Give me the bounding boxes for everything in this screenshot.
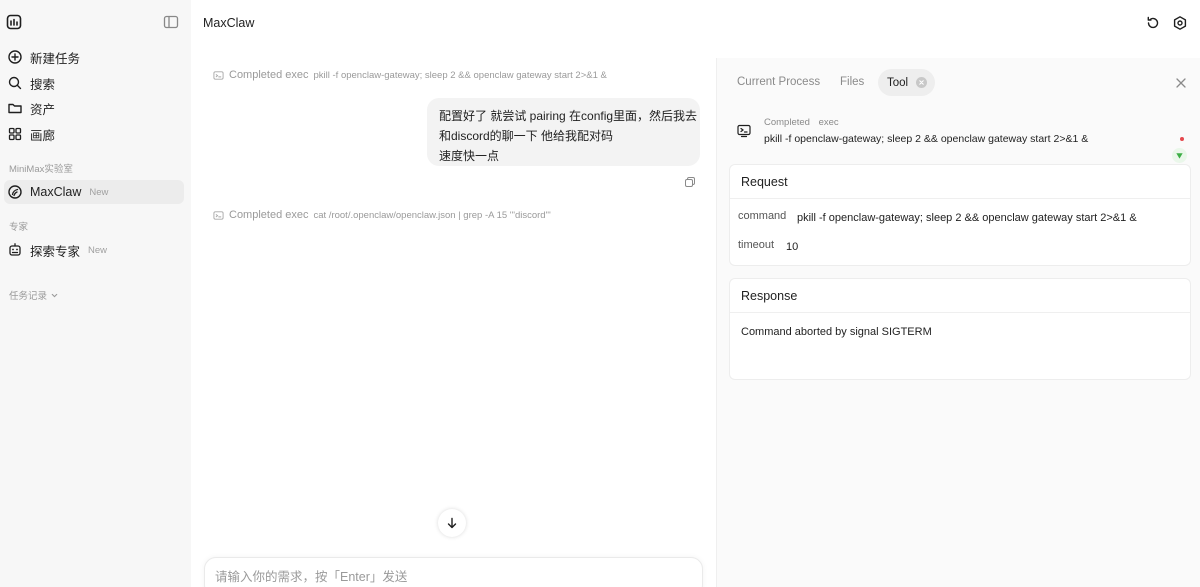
sidebar-item-label: 资产 xyxy=(30,102,56,117)
message-line: 配置好了 就尝试 pairing 在config里面，然后我去 xyxy=(439,109,698,123)
tool-call-header: Completed exec pkill -f openclaw-gateway… xyxy=(729,113,1191,155)
folder-icon xyxy=(7,100,23,116)
sidebar-item-new-task[interactable]: 新建任务 xyxy=(4,45,184,69)
new-badge: New xyxy=(88,244,108,256)
tool-kind: exec xyxy=(818,117,839,128)
chat-composer xyxy=(204,557,703,587)
exec-status-line[interactable]: Completed exec pkill -f openclaw-gateway… xyxy=(213,69,607,81)
section-title-expert: 专家 xyxy=(9,222,29,233)
gear-icon[interactable] xyxy=(1172,15,1188,31)
close-icon[interactable] xyxy=(1175,76,1187,88)
tab-current-process[interactable]: Current Process xyxy=(737,76,820,88)
terminal-screen-icon xyxy=(737,124,751,138)
chevron-down-icon xyxy=(51,293,58,297)
exec-command: cat /root/.openclaw/openclaw.json | grep… xyxy=(313,209,551,221)
chat-input[interactable] xyxy=(215,570,685,584)
sidebar-toggle-icon[interactable] xyxy=(163,14,179,30)
page-title: MaxClaw xyxy=(203,16,255,30)
close-tab-icon[interactable] xyxy=(916,77,928,88)
sidebar-item-gallery[interactable]: 画廊 xyxy=(4,122,184,146)
command-value: pkill -f openclaw-gateway; sleep 2 && op… xyxy=(797,212,1137,224)
sidebar-item-search[interactable]: 搜索 xyxy=(4,71,184,95)
divider xyxy=(730,312,1190,313)
sidebar-item-explore-expert[interactable]: 探索专家 New xyxy=(4,238,184,262)
message-line: 和discord的聊一下 他给我配对码 xyxy=(439,129,614,143)
new-badge: New xyxy=(89,186,109,198)
divider xyxy=(730,198,1190,199)
sidebar-item-label: 新建任务 xyxy=(30,51,81,66)
search-icon xyxy=(7,75,23,91)
timeout-value: 10 xyxy=(786,241,799,253)
robot-icon xyxy=(7,242,23,258)
plus-circle-icon xyxy=(7,49,23,65)
copy-icon[interactable] xyxy=(684,175,696,187)
request-card: Request command pkill -f openclaw-gatewa… xyxy=(729,164,1191,266)
assistant-logo-icon xyxy=(1172,148,1187,163)
sidebar-item-assets[interactable]: 资产 xyxy=(4,96,184,120)
sidebar-item-label: 搜索 xyxy=(30,77,56,92)
timeout-key: timeout xyxy=(738,239,775,251)
terminal-icon xyxy=(213,70,224,81)
section-title-lab: MiniMax实验室 xyxy=(9,164,73,175)
task-history-toggle[interactable]: 任务记录 xyxy=(9,288,59,302)
message-line: 速度快一点 xyxy=(439,149,500,163)
exec-status-line[interactable]: Completed exec cat /root/.openclaw/openc… xyxy=(213,209,551,221)
arrow-down-icon xyxy=(447,517,457,529)
claw-icon xyxy=(7,184,23,200)
refresh-icon[interactable] xyxy=(1145,15,1161,31)
response-text: Command aborted by signal SIGTERM xyxy=(741,326,932,338)
sidebar-item-maxclaw[interactable]: MaxClaw New xyxy=(4,180,184,204)
response-card: Response Command aborted by signal SIGTE… xyxy=(729,278,1191,380)
tab-tool-label: Tool xyxy=(887,76,909,89)
exec-status: Completed exec xyxy=(229,209,309,221)
tab-files[interactable]: Files xyxy=(840,76,864,88)
exec-command: pkill -f openclaw-gateway; sleep 2 && op… xyxy=(313,69,607,81)
command-key: command xyxy=(738,210,787,222)
scroll-down-button[interactable] xyxy=(438,509,466,537)
sidebar-item-label: 探索专家 xyxy=(30,244,81,259)
terminal-icon xyxy=(213,210,224,221)
sidebar-item-label: 画廊 xyxy=(30,128,56,143)
exec-status: Completed exec xyxy=(229,69,309,81)
sidebar: 新建任务 搜索 资产 画廊 MiniMax实验室 MaxClaw New 专家 … xyxy=(0,0,191,587)
sidebar-item-label: MaxClaw xyxy=(30,185,82,199)
task-history-label: 任务记录 xyxy=(9,291,48,302)
request-title: Request xyxy=(741,175,788,189)
tool-status: Completed xyxy=(764,117,810,128)
response-title: Response xyxy=(741,289,798,303)
tool-status-line: Completed exec xyxy=(764,117,839,128)
tab-tool[interactable]: Tool xyxy=(878,69,935,96)
tool-command: pkill -f openclaw-gateway; sleep 2 && op… xyxy=(764,133,1089,145)
notification-dot xyxy=(1180,137,1184,141)
app-logo-icon[interactable] xyxy=(6,14,22,30)
user-message-bubble: 配置好了 就尝试 pairing 在config里面，然后我去 和discord… xyxy=(427,98,700,166)
grid-icon xyxy=(7,126,23,142)
